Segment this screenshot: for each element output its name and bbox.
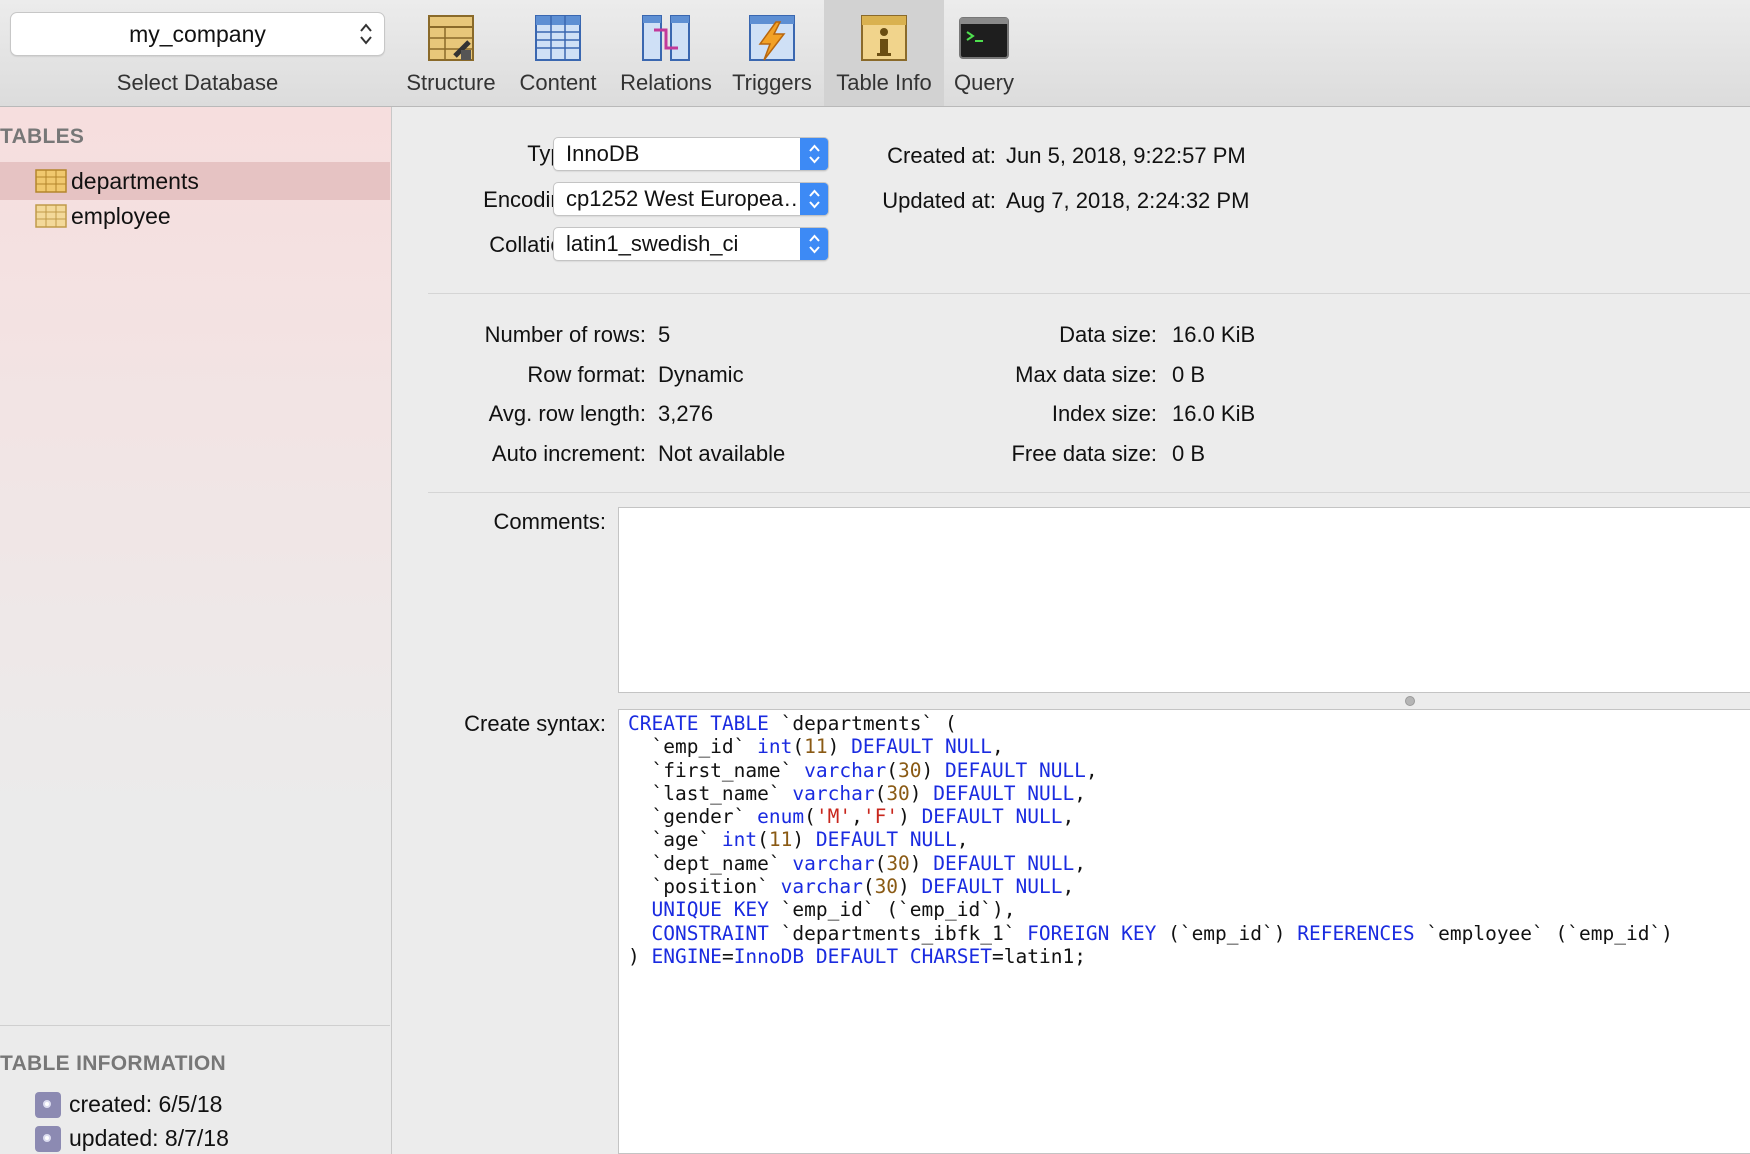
tab-query-label: Query [954,70,1014,95]
structure-icon [428,15,474,61]
auto-increment-label: Auto increment: [491,441,646,466]
type-select[interactable]: InnoDB [553,137,829,171]
max-data-size-label: Max data size: [1015,362,1157,387]
create-syntax-textarea[interactable]: CREATE TABLE `departments` ( `emp_id` in… [618,709,1750,1154]
syntax-line: ) ENGINE=InnoDB DEFAULT CHARSET=latin1; [628,944,1086,968]
created-at-label: Created at: [887,143,996,168]
sidebar-item-employee[interactable]: employee [0,197,390,235]
tab-table-info[interactable]: Table Info [824,0,944,106]
tab-triggers-label: Triggers [732,70,812,95]
triggers-icon [749,15,795,61]
info-icon [35,1125,61,1152]
info-created-text: created: 6/5/18 [69,1091,223,1117]
tab-content[interactable]: Content [508,0,608,106]
sidebar-item-departments[interactable]: departments [0,162,390,200]
syntax-line: `last_name` varchar(30) DEFAULT NULL, [628,781,1086,805]
rows-label: Number of rows: [484,322,646,347]
database-select[interactable]: my_company [10,12,385,56]
syntax-line: UNIQUE KEY `emp_id` (`emp_id`), [651,898,1016,922]
tab-relations-label: Relations [620,70,712,95]
create-syntax-label: Create syntax: [464,711,606,736]
sidebar-item-label: departments [71,167,199,194]
chevron-updown-icon [800,228,828,260]
tables-header: TABLES [0,125,85,148]
syntax-line: `position` varchar(30) DEFAULT NULL, [628,875,1075,899]
created-at-value: Jun 5, 2018, 9:22:57 PM [1006,143,1246,168]
relations-icon [642,15,690,61]
chevron-updown-icon [800,138,828,170]
tab-table-info-label: Table Info [836,70,932,95]
table-icon [35,204,67,228]
syntax-line: `emp_id` int(11) DEFAULT NULL, [628,735,1004,759]
updated-at-value: Aug 7, 2018, 2:24:32 PM [1006,188,1250,213]
toolbar: my_company Select Database Structure Con… [0,0,1750,107]
syntax-line: CONSTRAINT `departments_ibfk_1` FOREIGN … [651,921,1673,945]
sidebar-item-label: employee [71,202,171,229]
tab-structure[interactable]: Structure [402,0,500,106]
collation-select-value: latin1_swedish_ci [566,231,739,256]
terminal-icon [959,17,1009,59]
split-view-handle[interactable] [1405,696,1415,706]
auto-increment-value: Not available [658,441,786,466]
data-size-label: Data size: [1059,322,1157,347]
sidebar: TABLES departments employee TABLE INFORM… [0,107,392,1154]
syntax-line: `dept_name` varchar(30) DEFAULT NULL, [628,851,1086,875]
sidebar-divider [0,1025,390,1026]
info-created: created: 6/5/18 [35,1091,222,1118]
tab-triggers[interactable]: Triggers [722,0,822,106]
divider [428,293,1750,294]
row-format-label: Row format: [527,362,646,387]
data-size-value: 16.0 KiB [1172,322,1256,347]
info-icon [35,1091,61,1118]
table-info-icon [861,15,907,61]
index-size-value: 16.0 KiB [1172,401,1256,426]
row-format-value: Dynamic [658,362,744,387]
free-data-size-label: Free data size: [1011,441,1157,466]
database-select-value: my_company [129,20,266,47]
tab-query[interactable]: Query [948,0,1020,106]
syntax-line: `gender` enum('M','F') DEFAULT NULL, [628,805,1075,829]
syntax-line: `first_name` varchar(30) DEFAULT NULL, [628,758,1098,782]
comments-label: Comments: [493,509,606,534]
select-database-label: Select Database [116,70,279,95]
create-syntax-code: CREATE TABLE `departments` ( `emp_id` in… [619,710,1750,968]
tab-relations[interactable]: Relations [612,0,720,106]
rows-value: 5 [658,322,671,347]
free-data-size-value: 0 B [1172,441,1206,466]
comments-textarea[interactable] [618,507,1750,693]
type-select-value: InnoDB [566,141,640,166]
max-data-size-value: 0 B [1172,362,1206,387]
table-information-header: TABLE INFORMATION [0,1052,226,1075]
encoding-select[interactable]: cp1252 West Europea… [553,182,829,216]
syntax-line: `age` int(11) DEFAULT NULL, [628,828,969,852]
tab-structure-label: Structure [406,70,496,95]
content-icon [535,15,581,61]
index-size-label: Index size: [1051,401,1157,426]
updated-at-label: Updated at: [882,188,996,213]
avg-row-label: Avg. row length: [488,401,646,426]
divider [428,492,1750,493]
collation-select[interactable]: latin1_swedish_ci [553,227,829,261]
table-icon [35,169,67,193]
encoding-select-value: cp1252 West Europea… [566,186,806,211]
chevron-updown-icon [360,23,372,45]
table-info-panel: Type: InnoDB Encoding: cp1252 West Europ… [392,107,1750,1154]
avg-row-value: 3,276 [658,401,714,426]
info-updated: updated: 8/7/18 [35,1125,229,1152]
comments-text [619,508,1750,510]
tab-content-label: Content [519,70,597,95]
info-updated-text: updated: 8/7/18 [69,1125,229,1151]
syntax-line: CREATE TABLE `departments` ( [628,712,957,735]
chevron-updown-icon [800,183,828,215]
